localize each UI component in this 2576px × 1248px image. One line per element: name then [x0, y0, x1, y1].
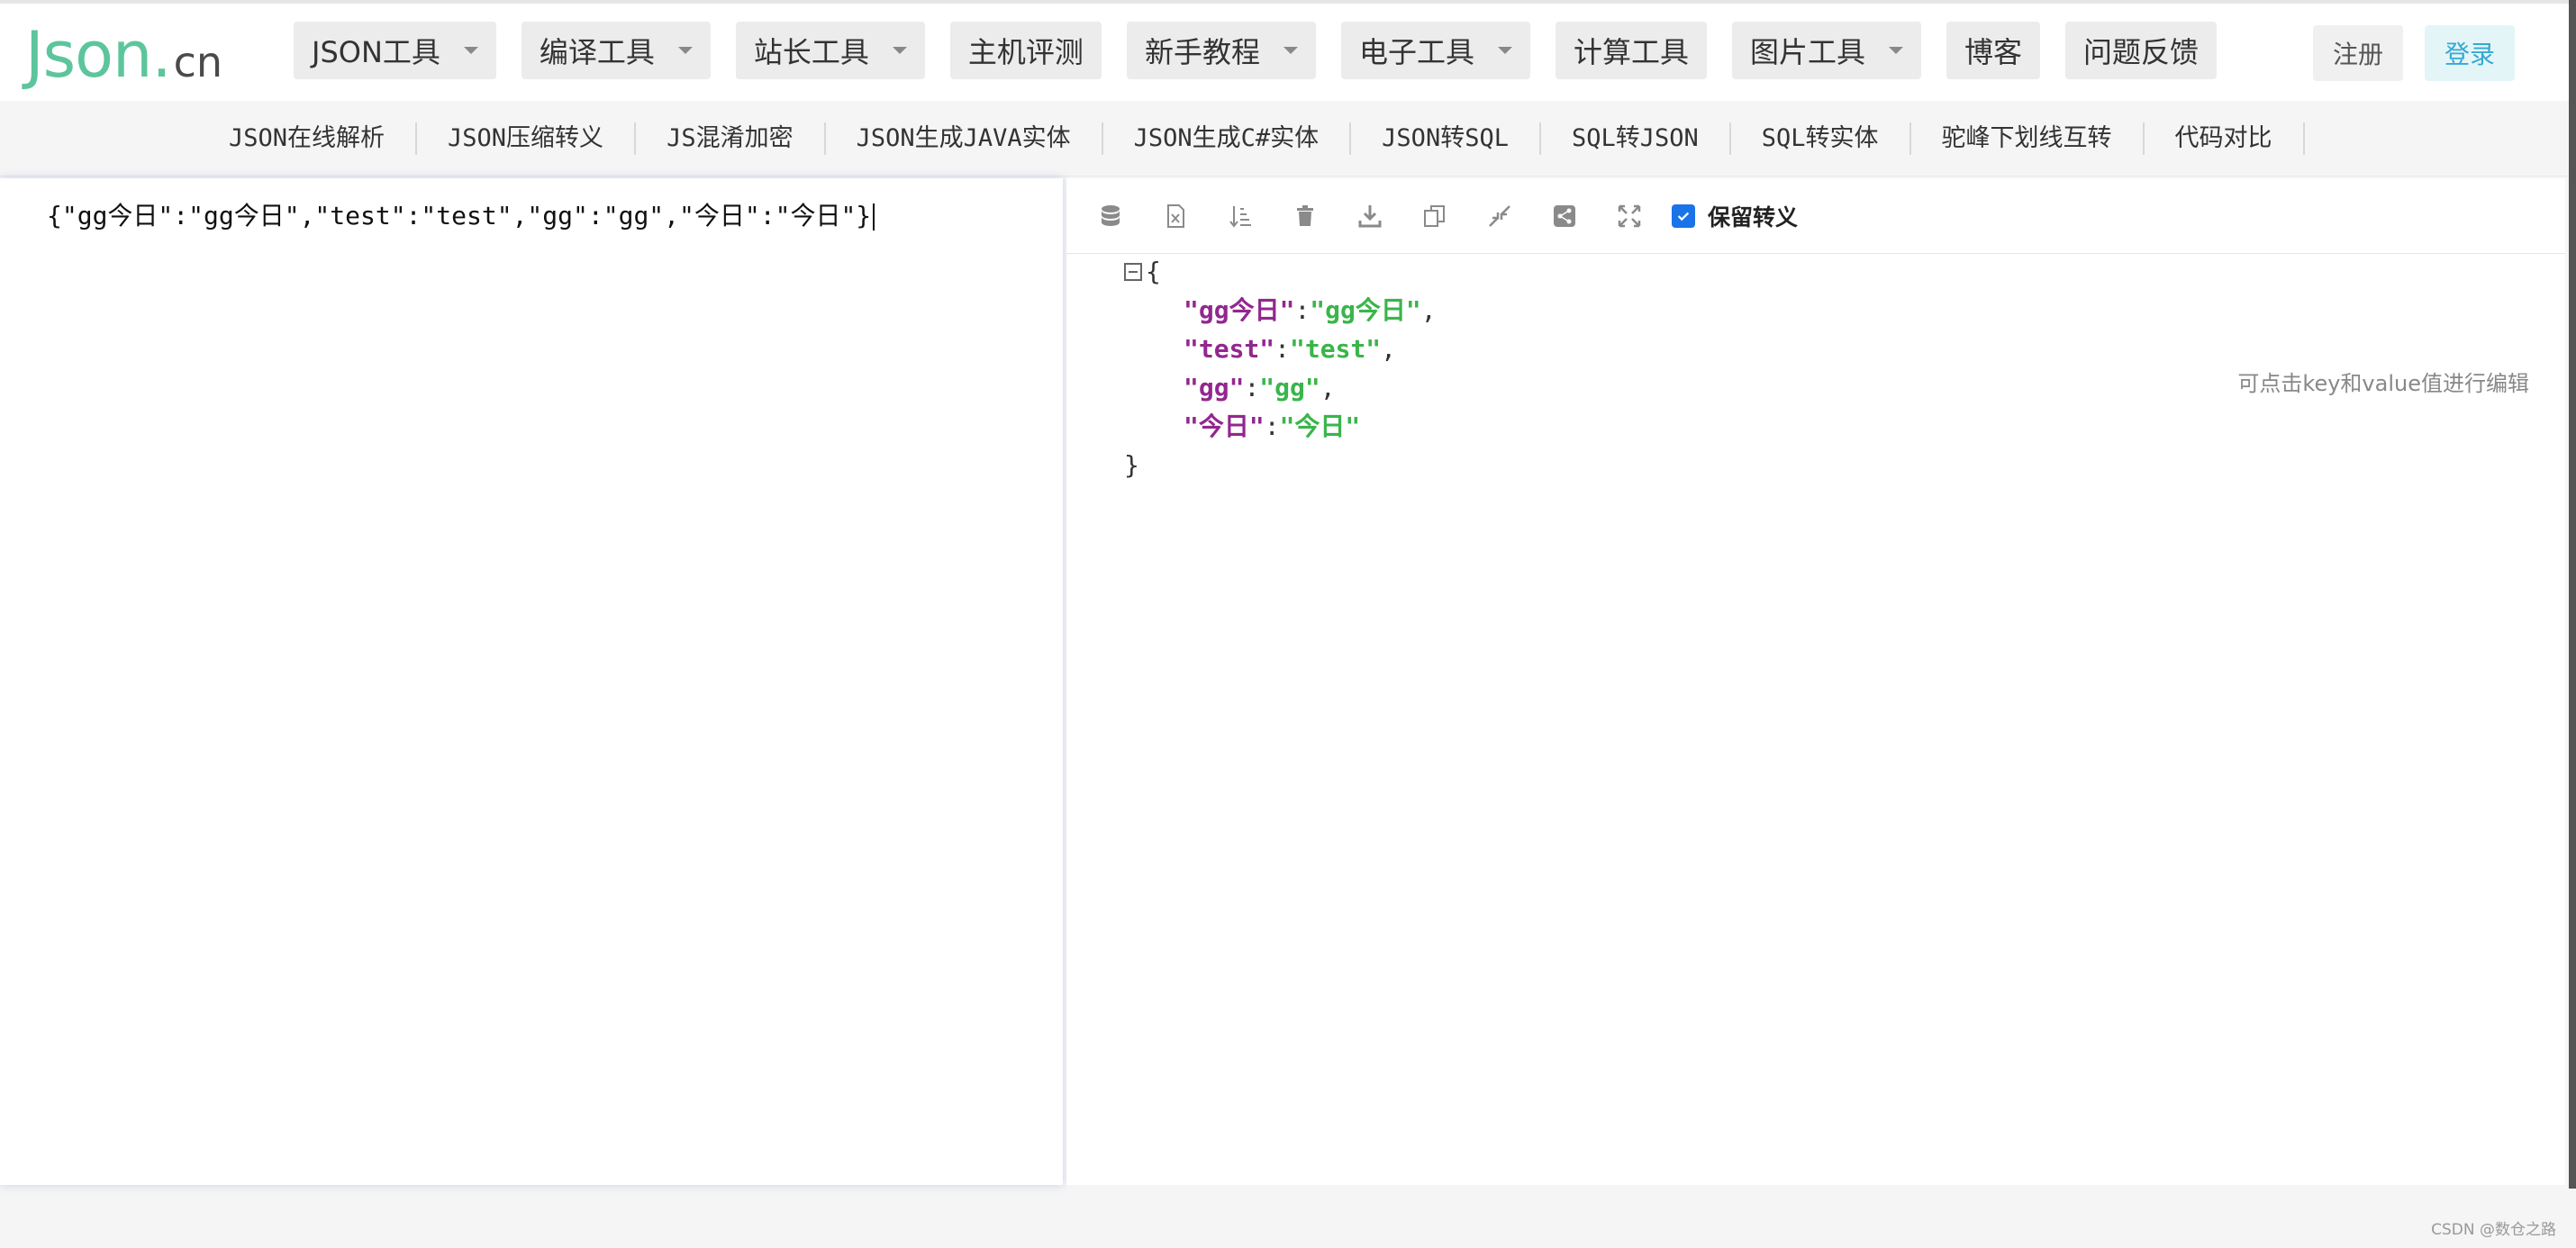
json-open-brace: { — [1146, 257, 1161, 286]
json-entry: "gg今日": "gg今日", — [1124, 291, 1437, 330]
nav-label: JSON工具 — [312, 35, 440, 69]
chevron-down-icon — [892, 47, 907, 54]
top-header: Json. cn JSON工具 编译工具 站长工具 主机评测 新手教程 电子工具 … — [0, 0, 2576, 101]
nav-host-review[interactable]: 主机评测 — [949, 22, 1102, 79]
logo-dot: . — [151, 18, 172, 92]
json-input-editor[interactable]: {"gg今日":"gg今日","test":"test","gg":"gg","… — [0, 178, 1063, 1185]
json-value[interactable]: "test" — [1290, 330, 1381, 368]
sub-nav-list: JSON在线解析 JSON压缩转义 JS混淆加密 JSON生成JAVA实体 JS… — [216, 119, 2305, 158]
subnav-json-compress[interactable]: JSON压缩转义 — [417, 122, 637, 155]
main-nav: JSON工具 编译工具 站长工具 主机评测 新手教程 电子工具 计算工具 图片工… — [294, 22, 2242, 83]
json-key[interactable]: "今日" — [1184, 407, 1265, 446]
json-key[interactable]: "gg" — [1184, 368, 1244, 407]
nav-label: 站长工具 — [753, 35, 869, 69]
json-tree: { "gg今日": "gg今日", "test": "test", "gg": "gg… — [1124, 252, 1437, 484]
subnav-sql-entity[interactable]: SQL转实体 — [1731, 122, 1911, 155]
json-value[interactable]: "gg今日" — [1310, 291, 1420, 330]
register-button[interactable]: 注册 — [2312, 25, 2403, 81]
copy-icon[interactable] — [1420, 201, 1450, 231]
viewer-toolbar: 保留转义 — [1066, 178, 2565, 254]
auth-area: 注册 登录 — [2312, 25, 2515, 81]
edit-hint: 可点击key和value值进行编辑 — [2237, 371, 2529, 396]
json-entry: "今日": "今日" — [1124, 407, 1437, 446]
watermark: CSDN @数仓之路 — [2431, 1221, 2556, 1239]
editor-content[interactable]: {"gg今日":"gg今日","test":"test","gg":"gg","… — [47, 196, 875, 232]
site-logo[interactable]: Json. cn — [25, 18, 223, 92]
subnav-json-parse[interactable]: JSON在线解析 — [216, 122, 418, 155]
nav-webmaster-tools[interactable]: 站长工具 — [735, 22, 925, 79]
nav-label: 图片工具 — [1749, 35, 1865, 69]
trash-icon[interactable] — [1290, 201, 1320, 231]
nav-blog[interactable]: 博客 — [1946, 22, 2041, 79]
keep-escape-checkbox[interactable] — [1672, 203, 1695, 228]
nav-label: 新手教程 — [1144, 35, 1260, 69]
json-key[interactable]: "gg今日" — [1184, 291, 1294, 330]
nav-image-tools[interactable]: 图片工具 — [1731, 22, 1921, 79]
nav-electronic-tools[interactable]: 电子工具 — [1340, 22, 1530, 79]
nav-label: 主机评测 — [967, 35, 1084, 69]
subnav-code-diff[interactable]: 代码对比 — [2145, 122, 2305, 155]
chevron-down-icon — [677, 47, 693, 54]
nav-label: 电子工具 — [1358, 35, 1474, 69]
nav-feedback[interactable]: 问题反馈 — [2065, 22, 2218, 79]
sort-icon[interactable] — [1225, 201, 1256, 231]
chevron-down-icon — [1497, 47, 1512, 54]
editor-text: {"gg今日":"gg今日","test":"test","gg":"gg","… — [47, 201, 872, 231]
subnav-js-obfuscate[interactable]: JS混淆加密 — [636, 122, 826, 155]
subnav-json-java[interactable]: JSON生成JAVA实体 — [826, 122, 1103, 155]
json-value[interactable]: "今日" — [1280, 407, 1361, 446]
share-icon[interactable] — [1549, 201, 1580, 231]
chevron-down-icon — [1283, 47, 1298, 54]
json-entry: "gg": "gg", — [1124, 368, 1437, 407]
subnav-camel-convert[interactable]: 驼峰下划线互转 — [1911, 122, 2145, 155]
nav-tutorials[interactable]: 新手教程 — [1126, 22, 1316, 79]
subnav-json-csharp[interactable]: JSON生成C#实体 — [1103, 122, 1352, 155]
keep-escape-toggle[interactable]: 保留转义 — [1672, 200, 1798, 232]
collapse-icon[interactable] — [1124, 262, 1142, 281]
login-button[interactable]: 登录 — [2424, 25, 2515, 81]
nav-json-tools[interactable]: JSON工具 — [294, 22, 496, 79]
keep-escape-label: 保留转义 — [1708, 203, 1799, 231]
nav-label: 计算工具 — [1573, 35, 1689, 69]
nav-label: 编译工具 — [539, 35, 655, 69]
nav-label: 博客 — [1964, 35, 2023, 69]
json-close-brace: } — [1124, 450, 1139, 480]
json-output-viewer: 保留转义 { "gg今日": "gg今日", "test": "test", "gg… — [1066, 178, 2565, 1185]
json-value[interactable]: "gg" — [1259, 368, 1320, 407]
sub-nav: JSON在线解析 JSON压缩转义 JS混淆加密 JSON生成JAVA实体 JS… — [0, 101, 2576, 176]
json-open-line: { — [1124, 252, 1437, 291]
chevron-down-icon — [463, 47, 478, 54]
logo-main: Json — [25, 18, 152, 92]
json-close-line: } — [1124, 446, 1437, 484]
text-cursor — [873, 203, 875, 231]
nav-compile-tools[interactable]: 编译工具 — [521, 22, 711, 79]
json-entry: "test": "test", — [1124, 330, 1437, 368]
download-icon[interactable] — [1355, 201, 1385, 231]
expand-icon[interactable] — [1614, 201, 1645, 231]
subnav-json-sql[interactable]: JSON转SQL — [1351, 122, 1541, 155]
page-scrollbar[interactable] — [2569, 0, 2576, 1189]
json-key[interactable]: "test" — [1184, 330, 1274, 368]
excel-icon[interactable] — [1160, 201, 1191, 231]
subnav-sql-json[interactable]: SQL转JSON — [1541, 122, 1731, 155]
nav-label: 问题反馈 — [2083, 35, 2200, 69]
database-icon[interactable] — [1095, 201, 1126, 231]
logo-tld: cn — [173, 38, 223, 86]
chevron-down-icon — [1889, 47, 1903, 54]
nav-calc-tools[interactable]: 计算工具 — [1555, 22, 1707, 79]
compress-icon[interactable] — [1484, 201, 1515, 231]
